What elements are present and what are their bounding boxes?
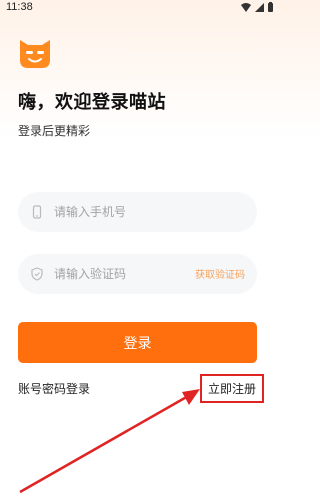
annotation-arrow bbox=[19, 389, 200, 494]
